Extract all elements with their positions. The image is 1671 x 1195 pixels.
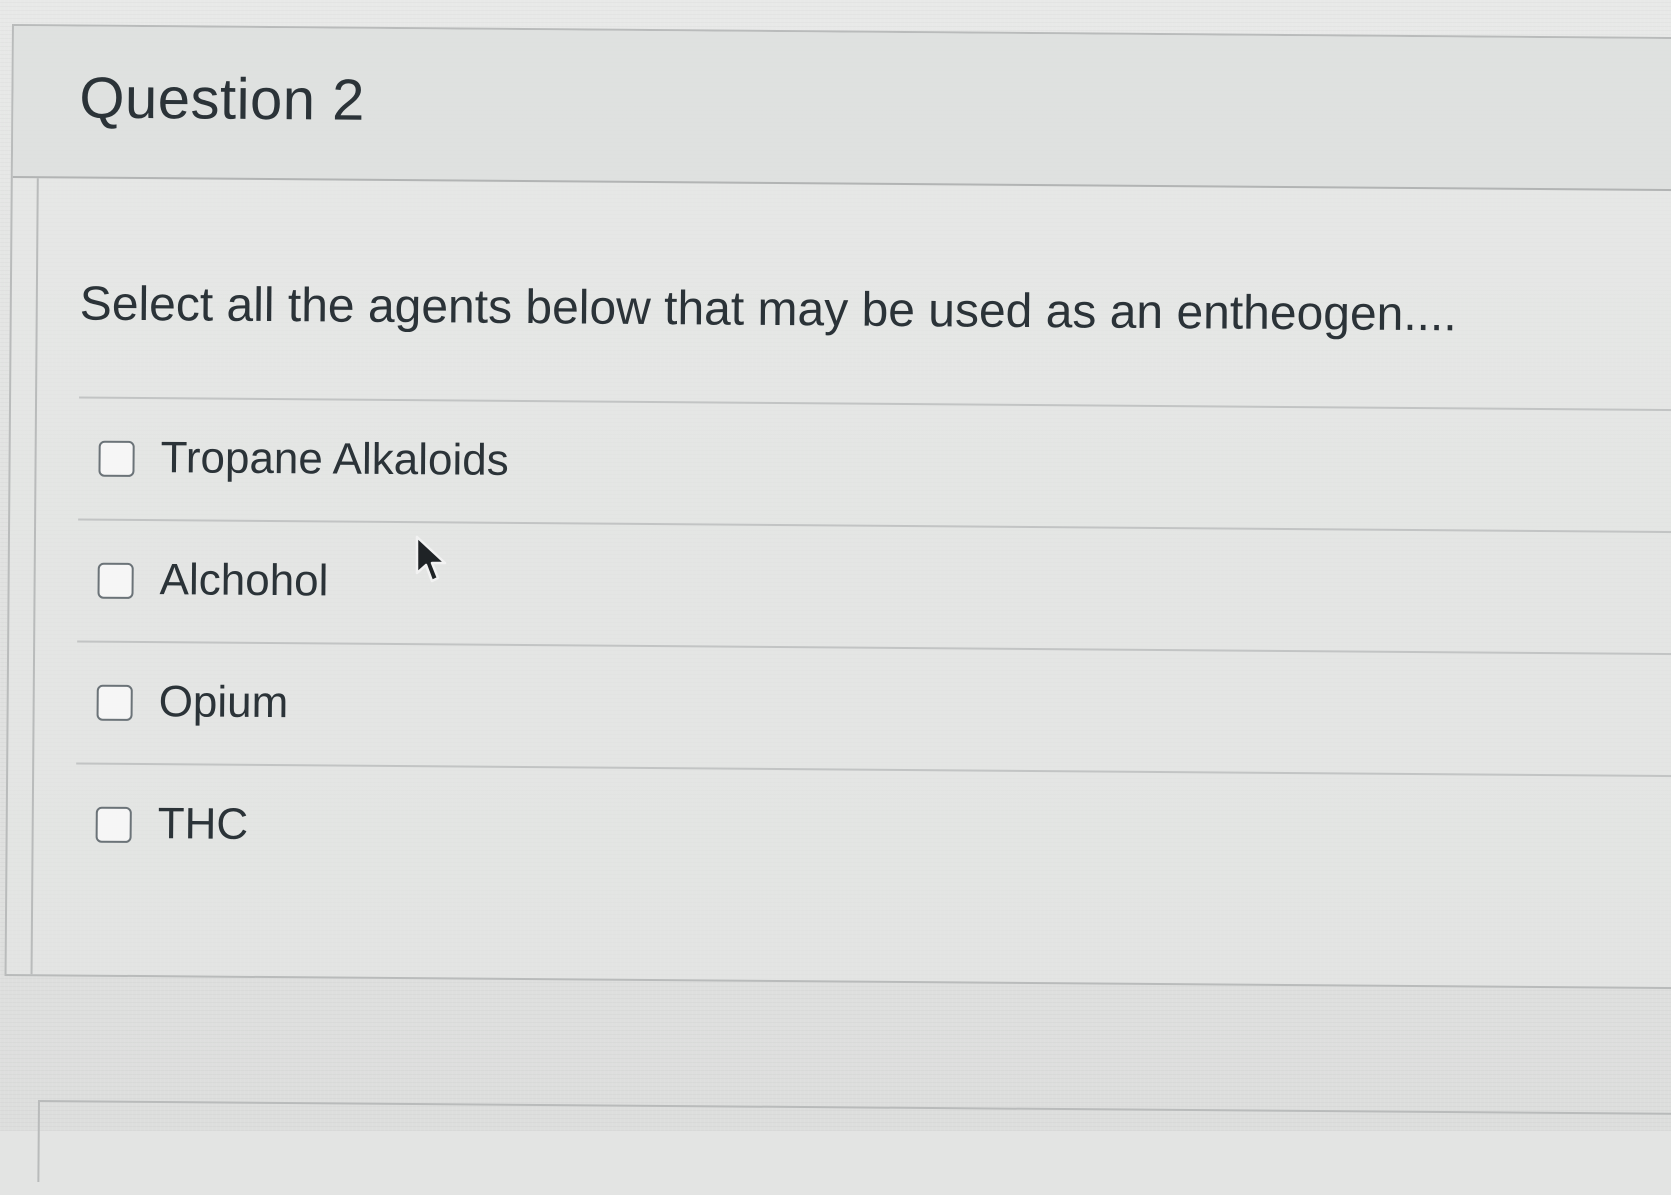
- answer-label[interactable]: Opium: [158, 677, 288, 728]
- question-body: Select all the agents below that may be …: [30, 178, 1671, 988]
- question-header: Question 2: [12, 26, 1671, 192]
- answer-option-tropane-alkaloids[interactable]: Tropane Alkaloids: [78, 398, 1671, 534]
- answer-label[interactable]: THC: [158, 799, 249, 850]
- answer-checkbox[interactable]: [96, 684, 133, 721]
- answers-list: Tropane Alkaloids Alchohol Opium THC: [75, 396, 1671, 898]
- answer-option-opium[interactable]: Opium: [76, 642, 1671, 778]
- question-prompt: Select all the agents below that may be …: [79, 277, 1457, 342]
- answer-checkbox[interactable]: [95, 806, 132, 843]
- next-question-card-edge: [37, 1100, 1671, 1195]
- answer-label[interactable]: Alchohol: [159, 555, 328, 606]
- question-title: Question 2: [79, 65, 366, 133]
- arrow-pointer-icon: [415, 535, 447, 583]
- answer-checkbox[interactable]: [98, 440, 135, 477]
- answer-label[interactable]: Tropane Alkaloids: [160, 433, 509, 486]
- question-card: Question 2 Select all the agents below t…: [4, 24, 1671, 990]
- answer-option-alchohol[interactable]: Alchohol: [77, 520, 1671, 656]
- answer-checkbox[interactable]: [97, 562, 134, 599]
- answer-option-thc[interactable]: THC: [75, 765, 1671, 898]
